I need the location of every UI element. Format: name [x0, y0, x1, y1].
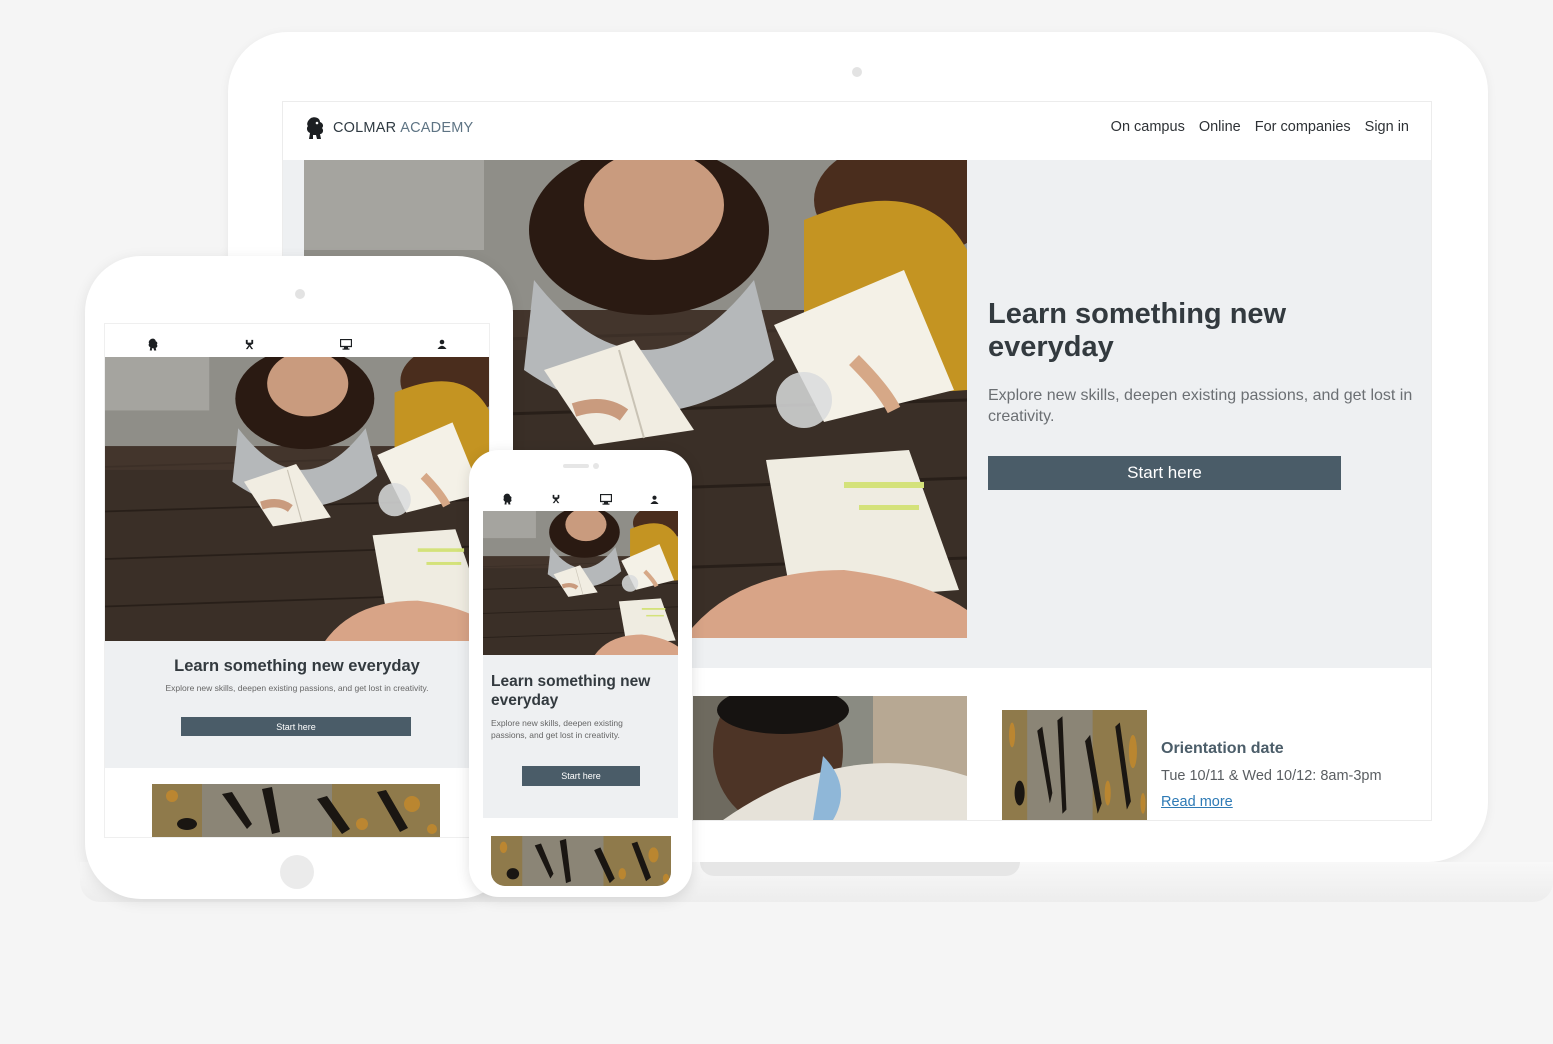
tablet-hero-subtitle: Explore new skills, deepen existing pass…	[165, 683, 429, 693]
phone-camera	[593, 463, 599, 469]
phone-hero-title: Learn something new everyday	[491, 673, 651, 709]
orientation-photo	[1002, 710, 1147, 820]
tablet-orientation-photo	[152, 784, 440, 837]
user-icon[interactable]	[437, 339, 447, 349]
phone-orientation-photo	[491, 836, 671, 886]
phone-hero-subtitle: Explore new skills, deepen existing pass…	[491, 718, 623, 740]
phone-hero-photo	[483, 511, 678, 655]
lion-logo-icon[interactable]	[147, 338, 159, 351]
nav-online[interactable]: Online	[1199, 119, 1241, 135]
nav-sign-in[interactable]: Sign in	[1365, 119, 1409, 135]
tablet-icon-nav	[105, 332, 489, 356]
phone-speaker	[563, 464, 589, 468]
nav-for-companies[interactable]: For companies	[1255, 119, 1351, 135]
nav-links: On campus Online For companies Sign in	[1111, 119, 1409, 135]
monitor-icon[interactable]	[339, 338, 352, 350]
read-more-link[interactable]: Read more	[1161, 794, 1233, 810]
brand-name-secondary: ACADEMY	[400, 120, 474, 136]
tablet-screen: Learn something new everyday Explore new…	[104, 323, 490, 838]
orientation-title: Orientation date	[1161, 740, 1284, 757]
user-icon[interactable]	[650, 495, 659, 504]
campus-icon[interactable]	[244, 339, 255, 350]
tablet-hero-title: Learn something new everyday	[174, 657, 420, 675]
phone-start-here-button[interactable]: Start here	[522, 766, 640, 786]
tablet-start-here-button[interactable]: Start here	[181, 717, 411, 736]
brand-logo[interactable]: COLMAR ACADEMY	[305, 116, 473, 140]
lion-logo-icon[interactable]	[502, 493, 513, 505]
start-here-button[interactable]: Start here	[988, 456, 1341, 490]
hero-subtitle: Explore new skills, deepen existing pass…	[988, 387, 1413, 425]
phone-icon-nav	[483, 488, 678, 510]
hero-title: Learn something new everyday	[988, 298, 1287, 363]
campus-icon[interactable]	[551, 494, 561, 504]
phone-screen: Learn something new everyday Explore new…	[483, 476, 678, 886]
tablet-camera	[295, 289, 305, 299]
orientation-date: Tue 10/11 & Wed 10/12: 8am-3pm	[1161, 768, 1382, 784]
laptop-camera	[852, 67, 862, 77]
top-navbar: COLMAR ACADEMY On campus Online For comp…	[283, 102, 1431, 160]
tablet-hero-photo	[105, 357, 489, 641]
nav-on-campus[interactable]: On campus	[1111, 119, 1185, 135]
monitor-icon[interactable]	[599, 493, 612, 505]
brand-name-primary: COLMAR	[333, 120, 397, 136]
lion-logo-icon	[305, 116, 325, 140]
student-photo	[693, 696, 967, 820]
laptop-notch	[700, 862, 1020, 876]
tablet-home-button	[280, 855, 314, 889]
